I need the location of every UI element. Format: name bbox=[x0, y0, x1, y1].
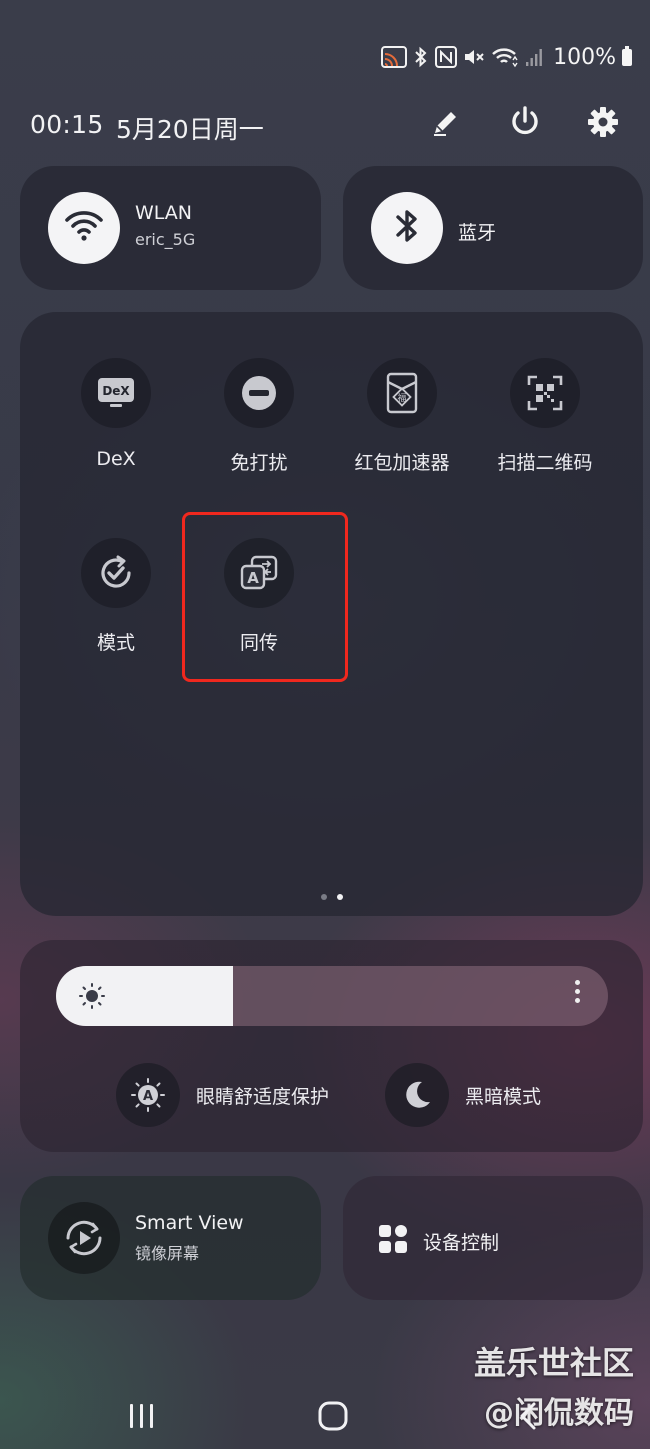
bluetooth-icon bbox=[413, 46, 429, 68]
wifi-icon bbox=[64, 209, 104, 247]
device-control-card[interactable]: 设备控制 bbox=[343, 1176, 643, 1300]
svg-text:福: 福 bbox=[397, 392, 406, 404]
device-control-title: 设备控制 bbox=[423, 1232, 500, 1254]
wlan-card[interactable]: WLAN eric_5G bbox=[20, 166, 321, 290]
wlan-title: WLAN bbox=[135, 202, 193, 224]
nfc-icon bbox=[435, 46, 458, 68]
wlan-toggle[interactable] bbox=[48, 192, 120, 264]
page-indicator-dot-active bbox=[337, 894, 343, 900]
brightness-slider[interactable] bbox=[56, 966, 608, 1026]
watermark-community: 盖乐世社区 bbox=[473, 1344, 634, 1382]
tile-label: 免打扰 bbox=[230, 452, 288, 474]
eye-comfort-shield-toggle[interactable]: A 眼睛舒适度保护 bbox=[116, 1063, 329, 1127]
edit-button[interactable] bbox=[424, 102, 468, 146]
battery-percent: 100% bbox=[553, 44, 616, 70]
power-icon bbox=[508, 105, 542, 143]
dark-mode-label: 黑暗模式 bbox=[465, 1085, 542, 1108]
sun-icon bbox=[78, 982, 106, 1014]
wifi-icon bbox=[491, 46, 519, 68]
tile-red-envelope-accelerator[interactable]: 福 红包加速器 bbox=[342, 358, 462, 475]
bluetooth-icon bbox=[394, 207, 420, 249]
tile-dex[interactable]: DeX DeX bbox=[56, 358, 176, 470]
dex-icon: DeX bbox=[81, 358, 151, 428]
smart-view-title: Smart View bbox=[135, 1212, 244, 1234]
recent-apps-button[interactable] bbox=[112, 1398, 172, 1438]
smart-view-card[interactable]: Smart View 镜像屏幕 bbox=[20, 1176, 321, 1300]
red-envelope-icon: 福 bbox=[367, 358, 437, 428]
recent-apps-icon bbox=[127, 1401, 157, 1435]
home-button[interactable] bbox=[303, 1398, 363, 1438]
smart-view-icon bbox=[48, 1202, 120, 1274]
back-button[interactable] bbox=[498, 1398, 558, 1438]
power-button[interactable] bbox=[503, 102, 547, 146]
status-bar: 100% bbox=[381, 40, 632, 74]
tile-do-not-disturb[interactable]: 免打扰 bbox=[199, 358, 319, 475]
gear-icon bbox=[586, 105, 620, 143]
home-icon bbox=[317, 1400, 349, 1436]
eye-comfort-label: 眼睛舒适度保护 bbox=[196, 1085, 330, 1108]
page-indicator-dot bbox=[321, 894, 327, 900]
device-grid-icon bbox=[378, 1224, 408, 1258]
highlight-box bbox=[182, 512, 348, 682]
tile-label: 扫描二维码 bbox=[497, 452, 593, 474]
bluetooth-card[interactable]: 蓝牙 bbox=[343, 166, 643, 290]
cast-icon bbox=[381, 46, 408, 68]
modes-icon bbox=[81, 538, 151, 608]
date: 5月20日周一 bbox=[116, 115, 264, 144]
back-icon bbox=[516, 1401, 540, 1435]
bluetooth-toggle[interactable] bbox=[371, 192, 443, 264]
tile-modes[interactable]: 模式 bbox=[56, 538, 176, 655]
battery-icon bbox=[622, 45, 632, 66]
qr-scan-icon bbox=[510, 358, 580, 428]
moon-icon bbox=[385, 1063, 449, 1127]
do-not-disturb-icon bbox=[224, 358, 294, 428]
svg-text:A: A bbox=[143, 1089, 153, 1104]
svg-text:DeX: DeX bbox=[102, 384, 130, 398]
tile-label: 红包加速器 bbox=[354, 452, 450, 474]
eye-comfort-icon: A bbox=[116, 1063, 180, 1127]
pencil-icon bbox=[430, 106, 462, 142]
tile-label: DeX bbox=[96, 448, 136, 470]
settings-button[interactable] bbox=[581, 102, 625, 146]
mute-icon bbox=[463, 46, 485, 68]
more-options-icon[interactable] bbox=[574, 980, 580, 1003]
dark-mode-toggle[interactable]: 黑暗模式 bbox=[385, 1063, 541, 1127]
signal-icon bbox=[525, 46, 545, 68]
bluetooth-title: 蓝牙 bbox=[458, 222, 497, 244]
smart-view-subtitle: 镜像屏幕 bbox=[135, 1244, 200, 1263]
clock: 00:15 bbox=[30, 110, 104, 139]
wlan-network-name: eric_5G bbox=[135, 230, 196, 249]
tile-label: 模式 bbox=[96, 632, 135, 654]
tile-scan-qr-code[interactable]: 扫描二维码 bbox=[485, 358, 605, 475]
